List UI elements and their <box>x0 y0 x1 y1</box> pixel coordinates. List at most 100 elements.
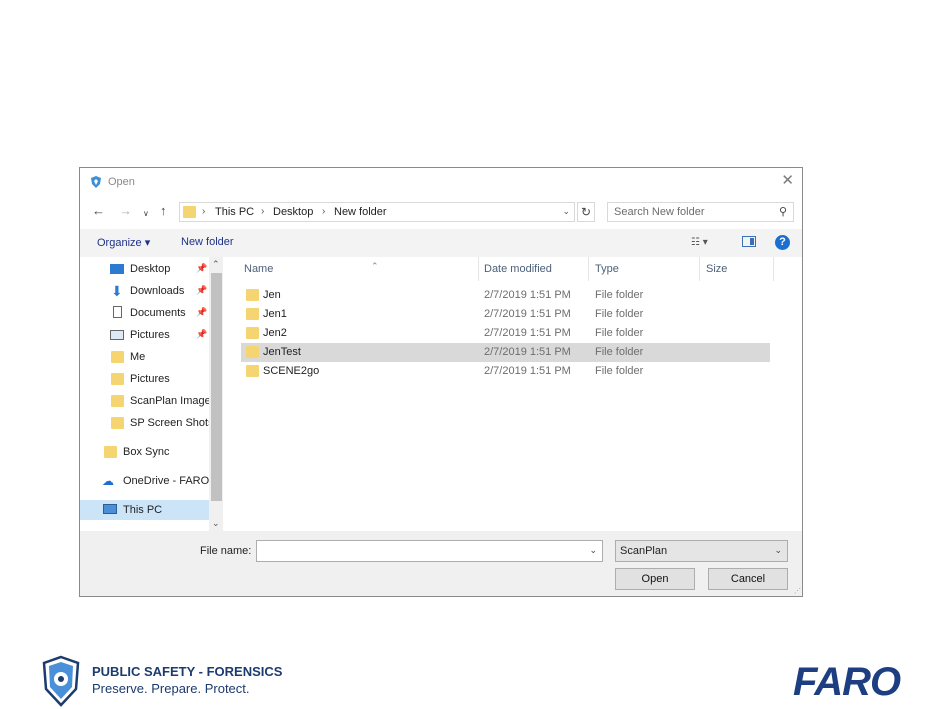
search-input[interactable] <box>614 205 764 219</box>
nav-item-documents[interactable]: Documents 📌 <box>80 303 209 323</box>
nav-item-label: SP Screen Shots <box>130 417 214 429</box>
file-row[interactable]: Jen2 2/7/2019 1:51 PM File folder <box>241 324 770 343</box>
brand-tagline: Preserve. Prepare. Protect. <box>92 681 250 696</box>
file-name-label: File name: <box>200 545 252 557</box>
refresh-icon[interactable]: ↻ <box>577 202 595 222</box>
chevron-down-icon: ⌄ <box>774 545 782 555</box>
chevron-down-icon[interactable]: ⌄ <box>589 545 597 556</box>
column-header-date-modified[interactable]: Date modified <box>484 263 552 275</box>
column-header-type[interactable]: Type <box>595 263 619 275</box>
scroll-down-icon[interactable]: ⌄ <box>212 518 220 529</box>
nav-item-pictures-pinned[interactable]: Pictures 📌 <box>80 325 209 345</box>
chevron-down-icon[interactable]: ⌄ <box>562 206 570 217</box>
file-date: 2/7/2019 1:51 PM <box>484 365 571 377</box>
breadcrumb-this-pc[interactable]: This PC <box>215 206 254 218</box>
nav-item-onedrive[interactable]: ☁ OneDrive - FARO Technologies <box>80 471 209 491</box>
nav-item-label: OneDrive - FARO Technologies <box>123 475 209 487</box>
nav-item-desktop[interactable]: Desktop 📌 <box>80 259 209 279</box>
folder-icon <box>111 373 124 385</box>
pin-icon: 📌 <box>196 307 208 317</box>
app-shield-icon <box>91 176 101 188</box>
cancel-button[interactable]: Cancel <box>708 568 788 590</box>
column-header-size[interactable]: Size <box>706 263 727 275</box>
file-name-combobox[interactable]: ⌄ <box>256 540 603 562</box>
nav-item-label: Desktop <box>130 263 171 275</box>
scrollbar-thumb[interactable] <box>211 273 222 501</box>
file-type: File folder <box>595 308 644 320</box>
recent-locations-chevron-icon[interactable]: ∨ <box>143 207 149 221</box>
nav-item-me[interactable]: Me <box>80 347 209 367</box>
column-divider[interactable] <box>699 257 700 281</box>
open-button[interactable]: Open <box>615 568 695 590</box>
help-icon[interactable]: ? <box>775 235 790 250</box>
file-name-input[interactable] <box>261 544 581 558</box>
pin-icon: 📌 <box>196 263 208 273</box>
nav-item-this-pc[interactable]: This PC <box>80 500 209 520</box>
folder-icon <box>246 308 259 320</box>
nav-item-label: ScanPlan Images <box>130 395 217 407</box>
file-row[interactable]: SCENE2go 2/7/2019 1:51 PM File folder <box>241 362 770 381</box>
search-icon[interactable]: ⚲ <box>779 205 787 218</box>
faro-logo: FARO <box>793 660 901 704</box>
nav-item-label: Pictures <box>130 373 170 385</box>
nav-item-label: Box Sync <box>123 446 170 458</box>
column-header-name[interactable]: Name ⌃ <box>244 261 379 275</box>
file-row-selected[interactable]: JenTest 2/7/2019 1:51 PM File folder <box>241 343 770 362</box>
file-name: JenTest <box>263 346 301 358</box>
pin-icon: 📌 <box>196 285 208 295</box>
back-arrow-icon[interactable]: ← <box>92 204 105 218</box>
file-name: Jen2 <box>263 327 287 339</box>
search-box[interactable]: ⚲ <box>607 202 794 222</box>
forensics-shield-logo <box>42 655 80 707</box>
nav-item-label: Pictures <box>130 329 170 341</box>
resize-grip-icon[interactable]: ⋰ <box>794 587 801 595</box>
file-list: Name ⌃ Date modified Type Size Jen 2/7/20… <box>226 257 802 531</box>
close-icon[interactable]: ✕ <box>781 173 794 189</box>
nav-item-label: Me <box>130 351 146 363</box>
address-row: ← → ∨ ↑ › This PC › Desktop › New folder… <box>80 198 802 226</box>
file-row[interactable]: Jen1 2/7/2019 1:51 PM File folder <box>241 305 770 324</box>
folder-icon <box>183 206 196 218</box>
column-label: Name <box>244 263 274 275</box>
column-divider[interactable] <box>588 257 589 281</box>
navigation-scrollbar[interactable]: ⌃ ⌄ <box>209 257 223 531</box>
file-type-select[interactable]: ScanPlan ⌄ <box>615 540 788 562</box>
nav-item-sp-screen-shots[interactable]: SP Screen Shots <box>80 413 214 433</box>
command-bar: Organize ▾ New folder ☷ ▾ ? <box>80 229 802 257</box>
address-bar[interactable]: › This PC › Desktop › New folder ⌄ <box>179 202 575 222</box>
dialog-footer: File name: ⌄ ScanPlan ⌄ Open Cancel ⋰ <box>80 531 802 596</box>
nav-item-label: Documents <box>130 307 186 319</box>
nav-item-downloads[interactable]: ⬇ Downloads 📌 <box>80 281 209 301</box>
breadcrumb-new-folder[interactable]: New folder <box>334 206 387 218</box>
nav-item-label: Downloads <box>130 285 185 297</box>
column-divider[interactable] <box>773 257 774 281</box>
new-folder-button[interactable]: New folder <box>181 236 234 248</box>
nav-item-pictures[interactable]: Pictures <box>80 369 209 389</box>
folder-icon <box>111 395 124 407</box>
pin-icon: 📌 <box>196 329 208 339</box>
up-arrow-icon[interactable]: ↑ <box>160 204 167 218</box>
file-type: File folder <box>595 289 644 301</box>
folder-icon <box>246 289 259 301</box>
nav-item-scanplan-images[interactable]: ScanPlan Images <box>80 391 216 411</box>
computer-icon <box>103 504 117 514</box>
file-type: File folder <box>595 346 644 358</box>
desktop-icon <box>110 264 124 274</box>
folder-icon <box>111 417 124 429</box>
chevron-right-icon: › <box>202 206 206 217</box>
file-row[interactable]: Jen 2/7/2019 1:51 PM File folder <box>241 286 770 305</box>
open-file-dialog: Open ✕ ← → ∨ ↑ › This PC › Desktop › New… <box>79 167 803 597</box>
column-divider[interactable] <box>478 257 479 281</box>
forward-arrow-icon[interactable]: → <box>119 204 132 218</box>
file-date: 2/7/2019 1:51 PM <box>484 346 571 358</box>
brand-title: PUBLIC SAFETY - FORENSICS <box>92 664 283 679</box>
folder-icon <box>246 365 259 377</box>
file-date: 2/7/2019 1:51 PM <box>484 308 571 320</box>
nav-item-box-sync[interactable]: Box Sync <box>80 442 209 462</box>
change-view-icon[interactable]: ☷ ▾ <box>691 237 708 248</box>
organize-button[interactable]: Organize ▾ <box>97 236 150 249</box>
scroll-up-icon[interactable]: ⌃ <box>212 259 220 270</box>
preview-pane-icon[interactable] <box>742 236 756 247</box>
breadcrumb-desktop[interactable]: Desktop <box>273 206 313 218</box>
title-bar: Open ✕ <box>80 168 802 196</box>
